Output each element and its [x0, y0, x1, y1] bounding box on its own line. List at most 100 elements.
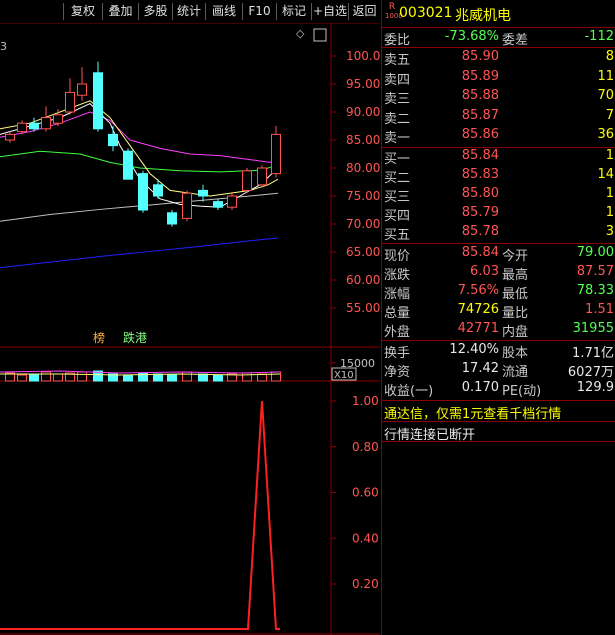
- toolbar-button-3[interactable]: 统计: [173, 2, 205, 21]
- volume-bar: [213, 374, 223, 382]
- stat-value: 74726: [457, 302, 499, 317]
- price-tick-label: 90.00: [346, 105, 380, 119]
- info-value: 0.170: [461, 380, 499, 395]
- info-label: 换手: [384, 346, 411, 361]
- volume-bar: [182, 371, 192, 382]
- bid-price: 85.84: [461, 148, 499, 163]
- ask-volume: 70: [597, 88, 614, 103]
- candle-body: [17, 122, 27, 133]
- toolbar-button-8[interactable]: 返回: [349, 2, 380, 21]
- price-axis: 100.0 95.00 90.00 85.00 80.00 75.00 70.00 65.00…: [331, 49, 380, 315]
- bid-row: 买一 85.84 1: [382, 148, 615, 167]
- bid-price: 85.80: [461, 186, 499, 201]
- ask-row: 卖四 85.89 11: [382, 69, 615, 88]
- volume-bar: [53, 373, 63, 382]
- info-label: 流通: [502, 365, 529, 380]
- bid-volume: 1: [605, 205, 614, 220]
- label-bang: 榜: [93, 330, 105, 345]
- price-tick-label: 55.00: [346, 301, 380, 315]
- candle-body: [123, 150, 133, 180]
- volume-bar: [17, 374, 27, 382]
- info-value: 17.42: [461, 361, 499, 376]
- stat-value: 31955: [572, 321, 614, 336]
- ask-label: 卖三: [384, 92, 411, 107]
- volume-bar: [153, 373, 163, 382]
- info-value: 1.71亿: [572, 346, 614, 361]
- price-tick-label: 70.00: [346, 217, 380, 231]
- notice-link[interactable]: 通达信，仅需1元查看千档行情: [384, 403, 561, 422]
- ask-price: 85.90: [461, 49, 499, 64]
- divider: [382, 243, 615, 244]
- volume-bar: [29, 373, 39, 382]
- ask-price: 85.86: [461, 127, 499, 142]
- stat-label: 量比: [502, 306, 529, 321]
- stat-row: 总量 74726 量比 1.51: [382, 302, 615, 321]
- stock-name: 兆威机电: [455, 8, 511, 24]
- stat-label: 涨幅: [384, 287, 411, 302]
- stat-label: 最低: [502, 287, 529, 302]
- bid-volume: 1: [605, 186, 614, 201]
- ask-row: 卖三 85.88 70: [382, 88, 615, 107]
- toolbar-button-6[interactable]: 标记: [277, 2, 311, 21]
- ma-line-blue: [0, 237, 279, 269]
- volume-bars: 15000X10: [0, 357, 375, 382]
- stat-value: 78.33: [576, 283, 614, 298]
- stat-value: 7.56%: [457, 283, 499, 298]
- stat-label: 最高: [502, 268, 529, 283]
- info-label: PE(动): [502, 384, 542, 399]
- indicator-signal-line: [0, 400, 280, 630]
- stock-badge: R 1000: [385, 2, 403, 21]
- bid-label: 买五: [384, 228, 411, 243]
- ask-label: 卖五: [384, 53, 411, 68]
- stat-label: 现价: [384, 249, 411, 264]
- candle-body: [93, 72, 103, 130]
- candle-body: [213, 201, 223, 208]
- chart-area[interactable]: 100.0 95.00 90.00 85.00 80.00 75.00 70.00 65.00…: [0, 0, 380, 635]
- bid-row: 买五 85.78 3: [382, 224, 615, 243]
- weicha-label: 委差: [502, 33, 529, 48]
- ask-label: 卖四: [384, 72, 411, 88]
- candle-body: [242, 170, 252, 191]
- volume-bar: [167, 374, 177, 382]
- bid-volume: 14: [597, 167, 614, 182]
- bid-price: 85.78: [461, 224, 499, 239]
- candle-body: [227, 195, 237, 208]
- info-value: 12.40%: [449, 342, 499, 357]
- bid-price: 85.79: [461, 205, 499, 220]
- info-label: 收益(一): [384, 384, 434, 399]
- ask-volume: 11: [597, 68, 614, 84]
- price-tick-label: 100.0: [346, 49, 380, 63]
- weicha-value: -112: [584, 29, 614, 44]
- toolbar-button-7[interactable]: +自选: [312, 2, 348, 21]
- candle-body: [198, 189, 208, 197]
- ma-line-green: [0, 150, 279, 173]
- divider: [382, 27, 615, 28]
- stat-row: 涨幅 7.56% 最低 78.33: [382, 283, 615, 302]
- candle-body: [41, 117, 51, 130]
- bid-label: 买一: [384, 152, 411, 167]
- candle-body: [108, 133, 118, 147]
- bid-label: 买二: [384, 171, 411, 186]
- divider: [382, 421, 615, 422]
- volume-unit-label: X10: [334, 370, 354, 381]
- indicator-tick-label: 1.00: [352, 394, 379, 408]
- toolbar-button-2[interactable]: 多股: [139, 2, 172, 21]
- stat-row: 现价 85.84 今开 79.00: [382, 245, 615, 264]
- toolbar-button-5[interactable]: F10: [243, 2, 276, 21]
- toolbar-button-1[interactable]: 叠加: [103, 2, 138, 21]
- bid-row: 买三 85.80 1: [382, 186, 615, 205]
- ask-row: 卖五 85.90 8: [382, 49, 615, 68]
- stat-value: 79.00: [576, 245, 614, 260]
- chart-settings-button[interactable]: [313, 28, 327, 42]
- divider: [382, 47, 615, 48]
- toolbar-button-0[interactable]: 复权: [64, 2, 102, 21]
- ask-row: 卖二 85.87 7: [382, 108, 615, 127]
- volume-bar: [198, 373, 208, 382]
- candle-body: [167, 212, 177, 225]
- divider: [382, 400, 615, 401]
- stat-value: 85.84: [461, 245, 499, 260]
- candlesticks: [5, 61, 281, 227]
- ask-volume: 8: [605, 49, 614, 64]
- indicator-tick-label: 0.40: [352, 531, 379, 545]
- toolbar-button-4[interactable]: 画线: [206, 2, 242, 21]
